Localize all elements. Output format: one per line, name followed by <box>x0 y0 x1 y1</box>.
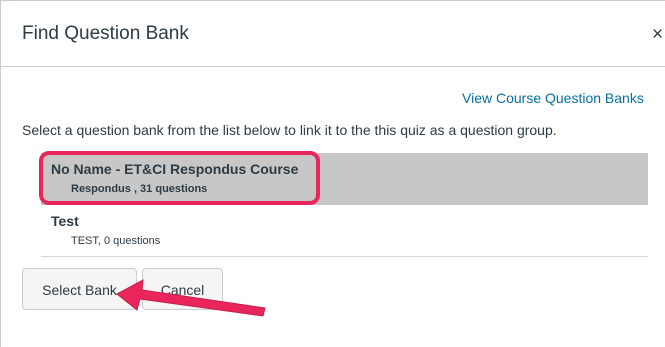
instructions-text: Select a question bank from the list bel… <box>22 122 557 138</box>
find-question-bank-dialog: Find Question Bank × View Course Questio… <box>0 0 665 347</box>
bank-title: No Name - ET&CI Respondus Course <box>51 161 299 177</box>
dialog-title: Find Question Bank <box>22 23 189 44</box>
close-icon[interactable]: × <box>652 25 663 44</box>
question-bank-list: No Name - ET&CI Respondus Course Respond… <box>41 153 648 257</box>
select-bank-button[interactable]: Select Bank <box>22 268 137 310</box>
view-course-question-banks-link[interactable]: View Course Question Banks <box>462 90 644 106</box>
dialog-titlebar: Find Question Bank × <box>1 1 665 67</box>
bank-subtitle: Respondus , 31 questions <box>71 183 208 195</box>
bank-item-test[interactable]: Test TEST, 0 questions <box>41 205 648 257</box>
bank-item-respondus[interactable]: No Name - ET&CI Respondus Course Respond… <box>41 153 648 205</box>
cancel-button[interactable]: Cancel <box>142 268 223 310</box>
bank-subtitle: TEST, 0 questions <box>71 235 161 247</box>
bank-title: Test <box>51 213 79 229</box>
